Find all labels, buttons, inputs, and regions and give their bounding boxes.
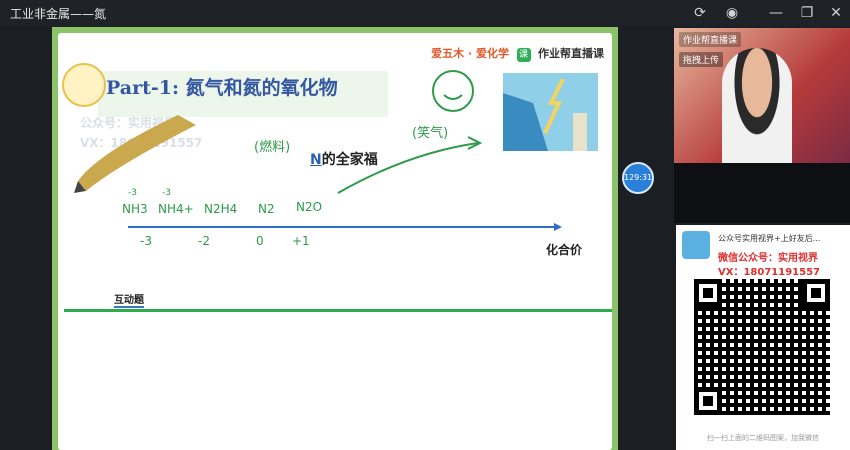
video-blank-area <box>674 163 850 223</box>
qr-corner <box>694 387 722 415</box>
teacher-video[interactable]: 作业帮直播课 拖拽上传 <box>674 28 850 163</box>
axis-arrow <box>554 223 562 231</box>
ink-sup2: -3 <box>162 188 171 198</box>
video-label: 作业帮直播课 <box>679 32 742 47</box>
promo-footer: 扫一扫上面的二维码图案，加我微信 <box>707 434 819 442</box>
window-title: 工业非金属——氮 <box>10 7 107 21</box>
qr-corner <box>694 279 722 307</box>
minimize-icon[interactable]: — <box>766 3 786 23</box>
timer-badge[interactable]: 129:31 <box>622 162 654 194</box>
close-icon[interactable]: ✕ <box>826 3 846 23</box>
refresh-icon[interactable]: ⟳ <box>690 3 710 23</box>
smiley-sketch <box>432 70 474 112</box>
teacher-avatar <box>722 48 792 163</box>
promo-line-2: 微信公众号：实用视界 <box>718 253 818 264</box>
slide-frame: 爱五木 · 爱化学 课 作业帮直播课 Part-1: 氮气和氮的氧化物 公众号：… <box>52 27 618 450</box>
slide-canvas: 爱五木 · 爱化学 课 作业帮直播课 Part-1: 氮气和氮的氧化物 公众号：… <box>58 33 612 450</box>
ink-note2: (笑气) <box>412 125 448 141</box>
ink-v2: -2 <box>198 234 210 248</box>
promo-line-1: 公众号实用视界+上好友后... <box>718 234 821 243</box>
divider <box>64 309 612 312</box>
promo-avatar <box>682 231 710 259</box>
ink-n3: N2H4 <box>204 202 237 216</box>
ink-note1: (燃料) <box>254 139 290 155</box>
axis-label: 化合价 <box>546 243 583 257</box>
promo-line-3: VX：18071191557 <box>718 267 820 278</box>
ink-v4: +1 <box>292 234 310 248</box>
ink-v3: 0 <box>256 234 264 248</box>
maximize-icon[interactable]: ❐ <box>797 3 817 23</box>
upload-button[interactable]: 拖拽上传 <box>679 52 724 67</box>
interaction-title: 互动题 <box>114 291 144 308</box>
ink-n1: NH3 <box>122 202 148 216</box>
ink-sup1: -3 <box>128 188 137 198</box>
brush-icon <box>74 115 196 193</box>
ink-n2: NH4+ <box>158 202 194 216</box>
promo-panel: 公众号实用视界+上好友后... 微信公众号：实用视界 VX：1807119155… <box>676 225 850 450</box>
qr-code <box>694 279 830 415</box>
qr-corner <box>802 279 830 307</box>
title-bar: 工业非金属——氮 ⟳ ◉ — ❐ ✕ <box>0 0 850 26</box>
ink-n5: N2O <box>296 200 322 214</box>
ink-v1: -3 <box>140 234 152 248</box>
eye-icon[interactable]: ◉ <box>722 3 742 23</box>
ink-n4: N2 <box>258 202 275 216</box>
ink-curve <box>337 142 479 194</box>
handwriting-layer: NH3 NH4+ N2H4 N2 N2O -3 -3 -3 -2 0 +1 (燃… <box>74 70 562 248</box>
